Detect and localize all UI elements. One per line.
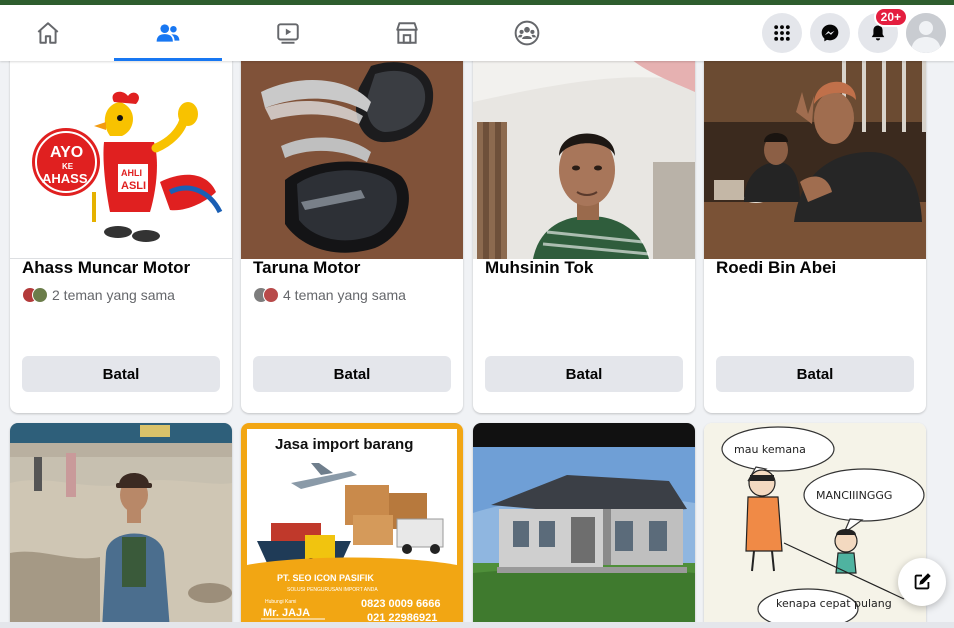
request-card: mau kemana MANCIIINGGG kenapa cepat pula…: [704, 423, 926, 628]
messenger-icon: [821, 24, 839, 42]
cancel-request-button[interactable]: Batal: [485, 356, 683, 392]
mutual-friend-avatar: [263, 287, 279, 303]
nav-tab-marketplace[interactable]: [353, 5, 461, 61]
friend-requests-grid: AYO KE AHASS AHLI ASLI Ahass Muncar Moto…: [0, 61, 954, 628]
mutual-friends[interactable]: 2 teman yang sama: [22, 286, 175, 304]
request-card: Muhsinin Tok Batal: [473, 61, 695, 413]
watch-icon: [277, 23, 299, 44]
poster-phone-1: 0823 0009 6666: [361, 598, 441, 610]
horizontal-scrollbar[interactable]: [0, 622, 954, 628]
profile-photo[interactable]: AYO KE AHASS AHLI ASLI: [10, 61, 232, 259]
request-name[interactable]: Muhsinin Tok: [485, 258, 593, 278]
mutual-friends-text: 2 teman yang sama: [52, 287, 175, 303]
poster-contact-name: Mr. JAJA: [263, 607, 310, 619]
request-card: [10, 423, 232, 628]
profile-photo[interactable]: [704, 61, 926, 259]
poster-title: Jasa import barang: [275, 436, 413, 453]
request-card: Jasa import barang PT. SEO ICON PASIFIK …: [241, 423, 463, 628]
notification-count-badge: 20+: [873, 7, 908, 27]
profile-photo[interactable]: mau kemana MANCIIINGGG kenapa cepat pula…: [704, 423, 926, 628]
notifications-button[interactable]: 20+: [858, 7, 908, 53]
mutual-friend-avatar: [32, 287, 48, 303]
request-card: Roedi Bin Abei Batal: [704, 61, 926, 413]
sign-text-1: AYO: [50, 144, 83, 161]
nav-tab-friends[interactable]: [114, 5, 222, 61]
comic-bubble-2: MANCIIINGGG: [816, 489, 892, 502]
request-card: AYO KE AHASS AHLI ASLI Ahass Muncar Moto…: [10, 61, 232, 413]
request-name[interactable]: Taruna Motor: [253, 258, 360, 278]
poster-company: PT. SEO ICON PASIFIK: [277, 573, 374, 583]
comic-bubble-3: kenapa cepat pulang: [776, 597, 892, 610]
profile-photo[interactable]: [241, 61, 463, 259]
marketplace-icon: [396, 22, 418, 44]
profile-photo[interactable]: [473, 61, 695, 259]
nav-tab-home[interactable]: [0, 5, 102, 61]
profile-photo[interactable]: [10, 423, 232, 628]
cancel-request-button[interactable]: Batal: [716, 356, 914, 392]
top-navbar: 20+: [0, 5, 954, 61]
groups-icon: [514, 20, 540, 46]
profile-photo[interactable]: Jasa import barang PT. SEO ICON PASIFIK …: [241, 423, 463, 628]
nav-tab-groups[interactable]: [473, 5, 581, 61]
sign-text-2: KE: [62, 162, 74, 171]
profile-avatar[interactable]: [906, 13, 946, 53]
shirt-text-2: ASLI: [121, 180, 146, 192]
poster-tagline: SOLUSI PENGURUSAN IMPORT ANDA: [287, 587, 378, 593]
mutual-friends[interactable]: 4 teman yang sama: [253, 286, 406, 304]
cancel-request-button[interactable]: Batal: [253, 356, 451, 392]
request-card: [473, 423, 695, 628]
new-message-button[interactable]: [898, 558, 946, 606]
request-name[interactable]: Roedi Bin Abei: [716, 258, 836, 278]
menu-button[interactable]: [762, 13, 802, 53]
default-avatar-icon: [906, 13, 946, 53]
cancel-request-button[interactable]: Batal: [22, 356, 220, 392]
comic-bubble-1: mau kemana: [734, 443, 806, 456]
poster-contact-label: Hubungi Kami: [265, 599, 296, 605]
mutual-friends-text: 4 teman yang sama: [283, 287, 406, 303]
request-card: Taruna Motor 4 teman yang sama Batal: [241, 61, 463, 413]
profile-photo[interactable]: [473, 423, 695, 628]
home-icon: [37, 22, 59, 44]
friends-icon: [156, 24, 180, 42]
messenger-button[interactable]: [810, 13, 850, 53]
shirt-text-1: AHLI: [121, 168, 142, 178]
nav-tab-watch[interactable]: [234, 5, 342, 61]
sign-text-3: AHASS: [42, 171, 88, 186]
request-name[interactable]: Ahass Muncar Motor: [22, 258, 190, 278]
compose-icon: [914, 573, 931, 590]
grid-menu-icon: [774, 25, 790, 41]
